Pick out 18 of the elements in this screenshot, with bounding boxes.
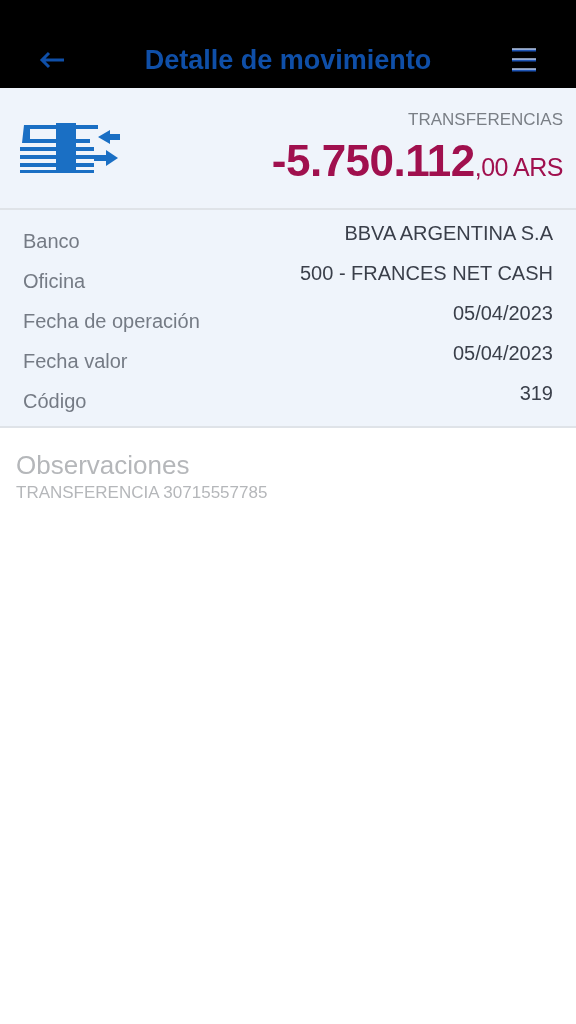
amount: -5.750.112,00 ARS <box>271 136 563 186</box>
transfer-icon <box>20 123 120 173</box>
page-title: Detalle de movimiento <box>143 44 433 77</box>
detail-label: Fecha de operación <box>23 310 200 333</box>
back-arrow-icon <box>39 51 65 69</box>
detail-label: Banco <box>23 230 80 253</box>
detail-value: 319 <box>519 382 553 405</box>
observations-title: Observaciones <box>16 450 191 481</box>
observations-text: TRANSFERENCIA 30715557785 <box>16 483 269 503</box>
detail-value: 500 - FRANCES NET CASH <box>299 262 553 285</box>
detail-value: BBVA ARGENTINA S.A <box>344 222 553 245</box>
detail-value: 05/04/2023 <box>452 342 553 365</box>
detail-value: 05/04/2023 <box>452 302 553 325</box>
detail-label: Código <box>23 390 87 413</box>
category-label: TRANSFERENCIAS <box>408 110 563 130</box>
detail-label: Oficina <box>23 270 86 293</box>
menu-icon <box>511 47 537 73</box>
detail-label: Fecha valor <box>23 350 128 373</box>
